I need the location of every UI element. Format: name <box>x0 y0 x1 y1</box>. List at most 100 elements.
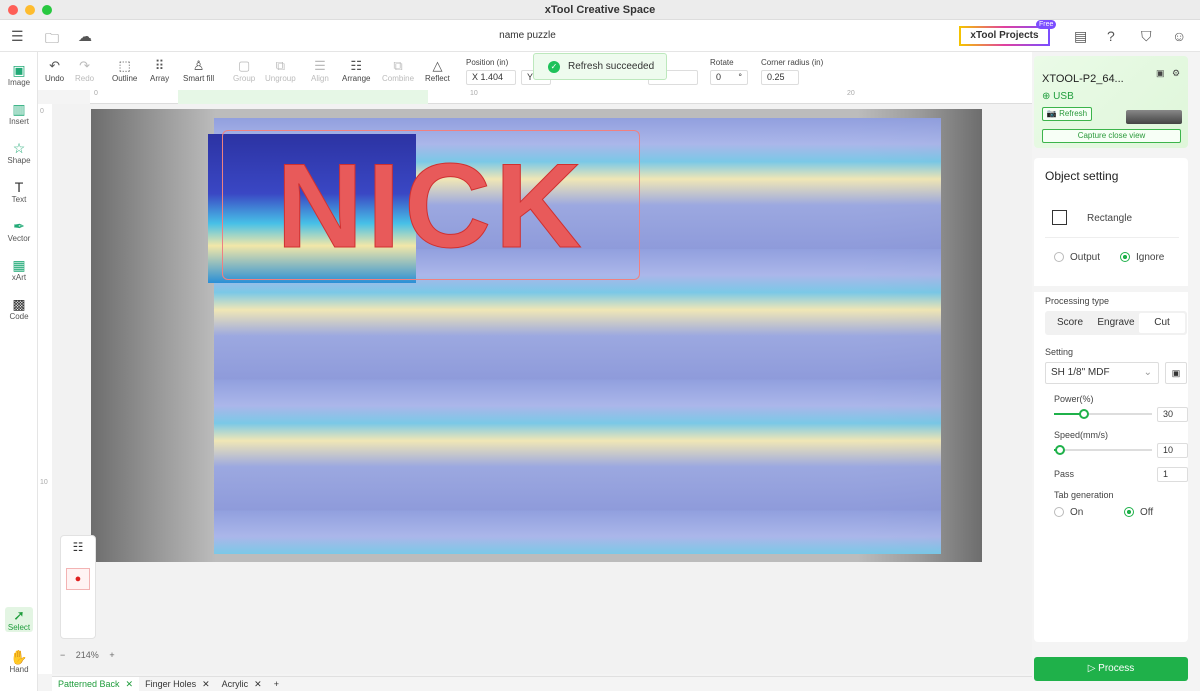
add-tab-button[interactable]: + <box>268 677 285 691</box>
position-x-input[interactable]: X 1.404 <box>466 70 516 85</box>
tab-patterned-back[interactable]: Patterned Back ✕ <box>52 677 140 691</box>
combine-icon: ⧉ <box>393 58 403 73</box>
align-button[interactable]: ☰ Align <box>311 58 329 83</box>
ungroup-icon: ⧉ <box>275 58 285 73</box>
array-icon: ⠿ <box>154 58 165 73</box>
ungroup-button[interactable]: ⧉ Ungroup <box>265 58 296 83</box>
tool-text[interactable]: T Text <box>0 179 38 204</box>
label: Reflect <box>425 74 450 83</box>
cut-option[interactable]: Cut <box>1139 313 1185 333</box>
label: Ungroup <box>265 74 296 83</box>
tool-insert[interactable]: ▥ Insert <box>0 101 38 126</box>
zoom-out-button[interactable]: − <box>60 650 65 660</box>
device-name: XTOOL-P2_64... <box>1042 73 1124 85</box>
ai-icon: ▦ <box>12 257 26 273</box>
undo-button[interactable]: ↶ Undo <box>45 58 64 83</box>
tab-finger-holes[interactable]: Finger Holes ✕ <box>139 677 216 691</box>
maximize-window-button[interactable] <box>42 5 52 15</box>
combine-button[interactable]: ⧉ Combine <box>382 58 414 83</box>
ignore-radio[interactable]: Ignore <box>1120 252 1164 263</box>
record-icon[interactable]: ● <box>66 568 90 590</box>
app-title: xTool Creative Space <box>544 4 656 16</box>
process-button[interactable]: ▷ Process <box>1034 657 1188 681</box>
tool-code[interactable]: ▩ Code <box>0 296 38 321</box>
group-button[interactable]: ▢ Group <box>233 58 255 83</box>
degree-unit: ° <box>738 72 742 82</box>
tool-xart[interactable]: ▦ xArt <box>0 257 38 282</box>
tab-label: Patterned Back <box>58 679 120 689</box>
insert-icon: ▥ <box>12 101 26 117</box>
cart-icon[interactable]: ⛉ <box>1141 28 1152 45</box>
tool-select[interactable]: ➚ Select <box>5 607 33 632</box>
label: Smart fill <box>183 74 215 83</box>
close-icon[interactable]: ✕ <box>126 678 134 690</box>
speed-input[interactable]: 10 <box>1157 443 1188 458</box>
tool-shape[interactable]: ☆ Shape <box>0 140 38 165</box>
layer-list-icon[interactable]: ☷ <box>61 540 95 554</box>
label: Undo <box>45 74 65 83</box>
minimize-window-button[interactable] <box>25 5 35 15</box>
label: Align <box>311 74 329 83</box>
power-slider[interactable] <box>1054 409 1152 419</box>
refresh-label: Refresh <box>1059 109 1088 118</box>
save-setting-icon[interactable]: ▣ <box>1165 362 1187 384</box>
outline-button[interactable]: ⬚ Outline <box>112 58 137 83</box>
tool-hand[interactable]: ✋ Hand <box>0 649 38 674</box>
settings-icon[interactable]: ⚙ <box>1172 68 1180 79</box>
tool-vector[interactable]: ✒ Vector <box>0 218 38 243</box>
ruler-tick: 10 <box>470 90 478 97</box>
label: Group <box>233 74 256 83</box>
pass-input[interactable]: 1 <box>1157 467 1188 482</box>
connection-status: ⊕ USB <box>1042 91 1074 102</box>
rotate-input[interactable]: 0 ° <box>710 70 748 85</box>
connection-label: USB <box>1053 91 1074 102</box>
close-icon[interactable]: ✕ <box>254 678 262 690</box>
tab-acrylic[interactable]: Acrylic ✕ <box>216 677 268 691</box>
corner-radius-label: Corner radius (in) <box>761 58 824 67</box>
account-icon[interactable]: ☺ <box>1172 28 1186 44</box>
tab-off-radio[interactable]: Off <box>1124 507 1153 518</box>
tool-label: Vector <box>7 234 31 243</box>
toast-text: Refresh succeeded <box>568 61 655 72</box>
tool-image[interactable]: ▣ Image <box>0 62 38 87</box>
process-label: Process <box>1098 663 1135 674</box>
tab-on-radio[interactable]: On <box>1054 507 1083 518</box>
xtool-projects-button[interactable]: xTool Projects <box>959 26 1050 46</box>
help-icon[interactable]: ? <box>1107 28 1115 44</box>
refresh-button[interactable]: 📷 Refresh <box>1042 107 1092 121</box>
label: Redo <box>75 74 95 83</box>
power-input[interactable]: 30 <box>1157 407 1188 422</box>
save-icon[interactable]: ▣ <box>1156 68 1165 79</box>
reflect-button[interactable]: △ Reflect <box>425 58 450 83</box>
redo-button[interactable]: ↷ Redo <box>75 58 94 83</box>
smart-fill-button[interactable]: ♙ Smart fill <box>183 58 214 83</box>
output-radio[interactable]: Output <box>1054 252 1100 263</box>
document-name: name puzzle <box>499 30 556 41</box>
left-toolbar: ▣ Image ▥ Insert ☆ Shape T Text ✒ Vector ▦ xAr… <box>0 52 38 691</box>
ruler-tick: 10 <box>40 479 48 486</box>
material-select[interactable]: SH 1/8" MDF ⌄ <box>1045 362 1159 384</box>
power-label: Power(%) <box>1054 394 1094 404</box>
device-image <box>1126 110 1182 124</box>
header: ☰ 🗀 ☁ name puzzle xTool Projects Free ▤ … <box>0 20 1200 52</box>
nick-text-outline[interactable]: NICK <box>222 130 640 280</box>
close-window-button[interactable] <box>8 5 18 15</box>
zoom-in-button[interactable]: + <box>109 650 114 660</box>
arrange-button[interactable]: ☷ Arrange <box>342 58 370 83</box>
close-icon[interactable]: ✕ <box>202 678 210 690</box>
outline-icon: ⬚ <box>118 58 131 73</box>
qr-code-icon: ▩ <box>12 296 26 312</box>
corner-radius-input[interactable]: 0.25 <box>761 70 799 85</box>
capture-close-view-button[interactable]: Capture close view <box>1042 129 1181 143</box>
material-value: SH 1/8" MDF <box>1051 367 1110 378</box>
speed-slider[interactable] <box>1054 445 1152 455</box>
array-button[interactable]: ⠿ Array <box>150 58 169 83</box>
score-option[interactable]: Score <box>1047 313 1093 333</box>
clipboard-icon[interactable]: ▤ <box>1074 28 1087 45</box>
horizontal-ruler: 0 10 20 <box>90 90 1032 104</box>
label: Array <box>150 74 170 83</box>
shape-name: Rectangle <box>1087 213 1133 224</box>
chevron-down-icon: ⌄ <box>1143 367 1152 378</box>
engrave-option[interactable]: Engrave <box>1093 313 1139 333</box>
ruler-tick: 0 <box>40 108 44 115</box>
